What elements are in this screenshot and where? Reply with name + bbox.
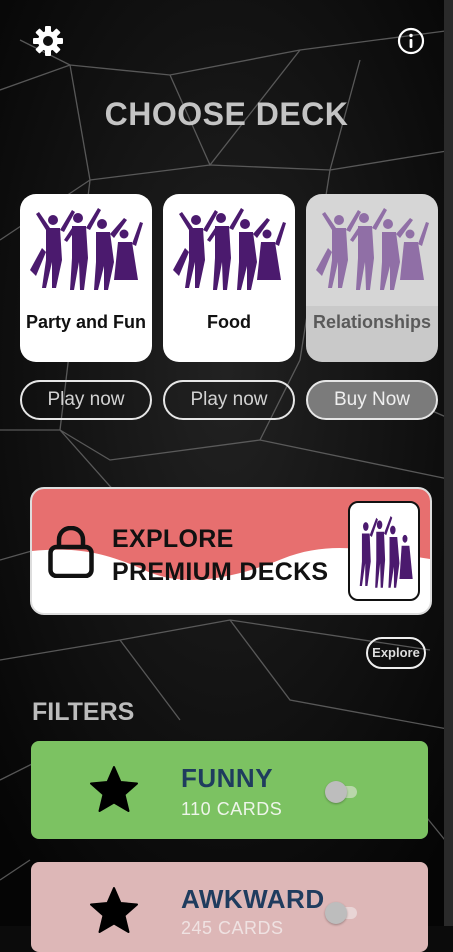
locked-overlay — [306, 194, 438, 306]
info-icon[interactable] — [397, 27, 425, 55]
play-now-button[interactable]: Play now — [20, 380, 152, 420]
filter-toggle-awkward[interactable] — [325, 902, 361, 924]
premium-deck-thumbnail — [348, 501, 420, 601]
page-title: CHOOSE DECK — [104, 96, 349, 132]
filter-card-awkward[interactable]: AWKWARD 245 CARDS — [31, 862, 428, 952]
lock-icon — [48, 526, 94, 578]
explore-button[interactable]: Explore — [366, 637, 426, 669]
deck-card-party-and-fun[interactable]: Party and Fun — [20, 194, 152, 362]
buy-now-button[interactable]: Buy Now — [306, 380, 438, 420]
toggle-knob — [325, 902, 347, 924]
filter-name: FUNNY — [181, 763, 274, 793]
filters-heading: FILTERS — [32, 698, 135, 726]
dancers-illustration — [30, 208, 143, 290]
play-now-button[interactable]: Play now — [163, 380, 295, 420]
toggle-knob — [325, 781, 347, 803]
premium-line-1: EXPLORE — [112, 525, 234, 553]
filter-name: AWKWARD — [181, 884, 325, 914]
dancers-illustration — [173, 208, 286, 290]
filter-card-funny[interactable]: FUNNY 110 CARDS — [31, 741, 428, 839]
star-icon — [90, 766, 138, 812]
filter-toggle-funny[interactable] — [325, 781, 361, 803]
deck-card-food[interactable]: Food — [163, 194, 295, 362]
star-icon — [90, 887, 138, 933]
gear-icon[interactable] — [32, 25, 64, 57]
dancers-illustration — [359, 516, 413, 588]
deck-name: Food — [207, 312, 251, 332]
filter-count: 110 CARDS — [181, 799, 283, 819]
premium-line-2: PREMIUM DECKS — [112, 558, 329, 586]
deck-name: Relationships — [312, 312, 432, 332]
deck-name: Party and Fun — [25, 312, 146, 332]
filter-count: 245 CARDS — [181, 918, 284, 938]
deck-card-relationships[interactable]: Relationships — [306, 194, 438, 362]
scrollbar-edge — [444, 0, 453, 926]
premium-text: EXPLORE PREMIUM DECKS — [112, 523, 328, 589]
premium-decks-banner[interactable]: EXPLORE PREMIUM DECKS — [30, 487, 432, 615]
